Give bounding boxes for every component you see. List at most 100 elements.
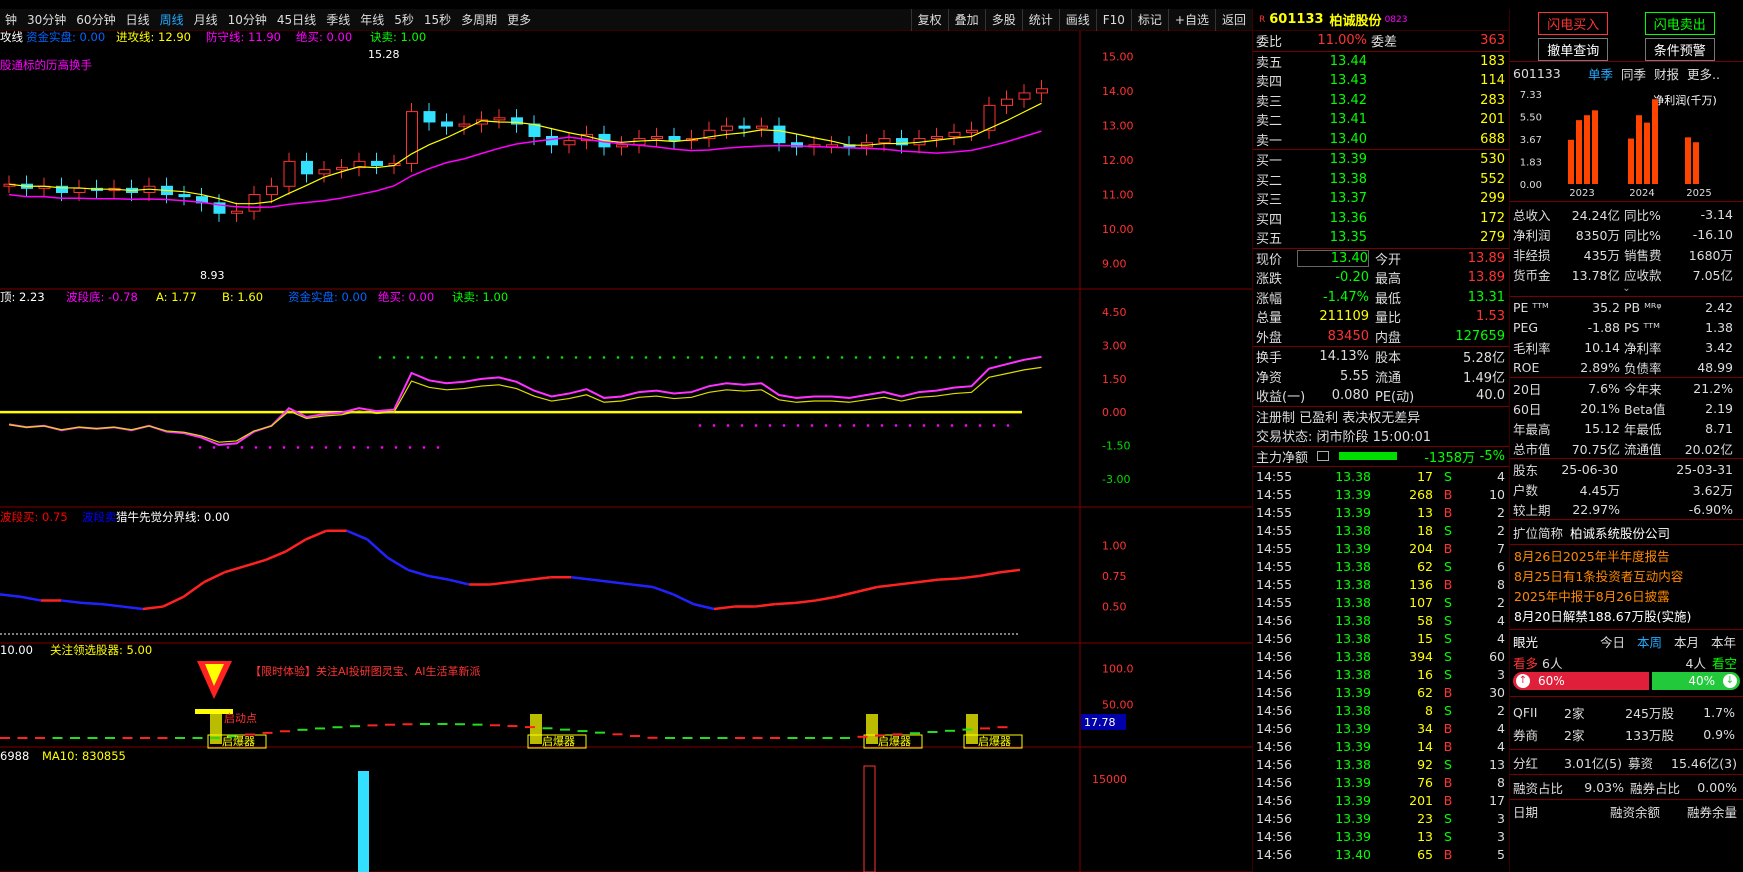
lower-dot	[726, 424, 730, 427]
toolbar-button[interactable]: 返回	[1214, 9, 1252, 31]
book-row[interactable]: 买四 13.36 172	[1253, 209, 1509, 229]
tab-week[interactable]: 本周	[1637, 632, 1662, 651]
timeframe-tab[interactable]: 年线	[355, 11, 389, 28]
indicator-legend: 波段买: 0.75	[0, 510, 68, 524]
bull-pct: 60%	[1538, 674, 1565, 688]
timeframe-tab[interactable]: 周线	[155, 11, 189, 28]
toolbar-button[interactable]: +自选	[1167, 9, 1215, 31]
expand-chevron-icon[interactable]: ⌄	[1510, 284, 1743, 296]
stat-label: 涨幅	[1256, 291, 1283, 307]
promo-text[interactable]: 【限时体验】关注AI投研图灵宝、AI生活革新派	[250, 664, 481, 678]
timeframe-tab[interactable]: 5秒	[389, 11, 419, 28]
tick-volume: 17	[1417, 468, 1433, 484]
upper-dot	[504, 356, 508, 359]
timeframe-tab[interactable]: 季线	[321, 11, 355, 28]
condition-alert-button[interactable]: 条件预警	[1644, 37, 1715, 61]
book-row[interactable]: 买三 13.37 299	[1253, 189, 1509, 209]
upper-dot	[966, 356, 970, 359]
toolbar-button[interactable]: 标记	[1130, 9, 1168, 31]
stat-row: 涨跌 -0.20 最高 13.89	[1253, 268, 1509, 288]
margin-balance-header: 融资余额	[1609, 804, 1660, 820]
tick-time: 14:56	[1256, 756, 1293, 772]
timeframe-tab[interactable]: 60分钟	[71, 11, 120, 28]
fin-bar	[1652, 99, 1658, 184]
fin-row: 较上期 22.97% -6.90%	[1510, 499, 1743, 519]
toolbar-button[interactable]: 叠加	[947, 9, 985, 31]
tab-same-quarter[interactable]: 同季	[1621, 64, 1646, 83]
book-row[interactable]: 买二 13.38 552	[1253, 170, 1509, 190]
stock-name[interactable]: 柏诚股份	[1330, 10, 1382, 29]
news-item[interactable]: 8月25日有1条投资者互动内容	[1510, 567, 1743, 587]
news-item[interactable]: 2025年中报于8月26日披露	[1510, 587, 1743, 607]
news-item[interactable]: 8月20日解禁188.67万股(实施)	[1510, 607, 1743, 627]
timeframe-tab[interactable]: 更多	[502, 11, 536, 28]
main-force-bar	[1339, 452, 1397, 461]
institution-row: 券商 2家 133万股 0.9%	[1510, 723, 1743, 745]
timeframe-tab[interactable]: 30分钟	[22, 11, 71, 28]
tick-volume: 65	[1417, 846, 1433, 862]
book-row[interactable]: 卖四 13.43 114	[1253, 71, 1509, 91]
tab-more[interactable]: 更多..	[1687, 64, 1720, 83]
tick-side: S	[1444, 630, 1452, 646]
tab-today[interactable]: 今日	[1600, 632, 1625, 651]
lower-dot	[282, 446, 286, 449]
flash-buy-button[interactable]: 闪电买入	[1538, 11, 1609, 35]
toolbar-button[interactable]: 复权	[910, 9, 948, 31]
book-row[interactable]: 买一 13.39 530	[1253, 150, 1509, 170]
tick-row: 14:55 13.38 62 S 6	[1253, 557, 1509, 575]
timeframe-tab[interactable]: 10分钟	[223, 11, 272, 28]
tick-count: 4	[1497, 468, 1505, 484]
stat-row: 换手 14.13% 股本 5.28亿	[1253, 347, 1509, 367]
timeframe-tab[interactable]: 多周期	[456, 11, 502, 28]
fin-value: 2.19	[1705, 400, 1733, 416]
tick-list[interactable]: 14:55 13.38 17 S 4 14:55 13.39 268 B 10 14:55 13.39…	[1253, 467, 1509, 863]
toolbar-button[interactable]: 画线	[1058, 9, 1096, 31]
tick-side: B	[1443, 846, 1453, 862]
fin-value: 20.1%	[1580, 400, 1620, 416]
book-row[interactable]: 买五 13.35 279	[1253, 228, 1509, 248]
institution-pct: 0.9%	[1703, 726, 1735, 742]
tick-row: 14:56 13.39 34 B 4	[1253, 719, 1509, 737]
tab-year[interactable]: 本年	[1711, 632, 1736, 651]
order-query-button[interactable]: 撤单查询	[1538, 37, 1609, 61]
book-row[interactable]: 卖二 13.41 201	[1253, 110, 1509, 130]
tick-time: 14:56	[1256, 846, 1293, 862]
timeframe-tab[interactable]: 月线	[189, 11, 223, 28]
tick-price: 13.39	[1335, 540, 1371, 556]
toolbar-button[interactable]: 多股	[984, 9, 1022, 31]
toolbar-button[interactable]: 统计	[1021, 9, 1059, 31]
book-volume: 114	[1480, 73, 1505, 89]
tick-volume: 76	[1417, 774, 1433, 790]
timeframe-tab[interactable]: 日线	[121, 11, 155, 28]
timeframe-tab[interactable]: 钟	[0, 11, 22, 28]
stat-label: 收益(一)	[1256, 390, 1306, 406]
timeframe-tab[interactable]: 15秒	[419, 11, 456, 28]
tab-month[interactable]: 本月	[1674, 632, 1699, 651]
main-force-icon[interactable]	[1317, 451, 1329, 462]
fin-x-label: 2025	[1686, 188, 1711, 198]
indicator-legend: 攻线	[0, 31, 23, 44]
wave-segment	[81, 601, 103, 606]
price-axis-label: 15.00	[1102, 50, 1134, 63]
fin-value: -3.14	[1700, 206, 1733, 222]
toolbar-button[interactable]: F10	[1095, 9, 1131, 31]
upper-dot	[616, 356, 620, 359]
book-volume: 172	[1480, 210, 1505, 226]
tick-row: 14:56 13.38 394 S 60	[1253, 647, 1509, 665]
news-item[interactable]: 8月26日2025年半年度报告	[1510, 547, 1743, 567]
stat-label: 股本	[1375, 351, 1402, 367]
kline-chart[interactable]: 攻线 资金实盘: 0.00 进攻线: 12.90 防守线: 11.90 绝买: 0.00…	[0, 31, 1252, 872]
lower-dot	[712, 424, 716, 427]
book-row[interactable]: 卖五 13.44 183	[1253, 52, 1509, 72]
quote-panel: R 601133 柏诚股份 0823 委比 11.00% 委差 363 卖五 13…	[1252, 9, 1510, 872]
tick-price: 13.38	[1335, 630, 1371, 646]
flash-sell-button[interactable]: 闪电卖出	[1644, 11, 1715, 35]
wave-segment	[978, 571, 1000, 578]
bull-count: 6人	[1542, 655, 1563, 671]
book-row[interactable]: 卖三 13.42 283	[1253, 91, 1509, 111]
tab-report[interactable]: 财报	[1654, 64, 1679, 83]
timeframe-tab[interactable]: 45日线	[272, 11, 321, 28]
book-row[interactable]: 卖一 13.40 688	[1253, 130, 1509, 150]
tab-single-quarter[interactable]: 单季	[1588, 64, 1613, 83]
stat-label: 净资	[1256, 370, 1283, 386]
